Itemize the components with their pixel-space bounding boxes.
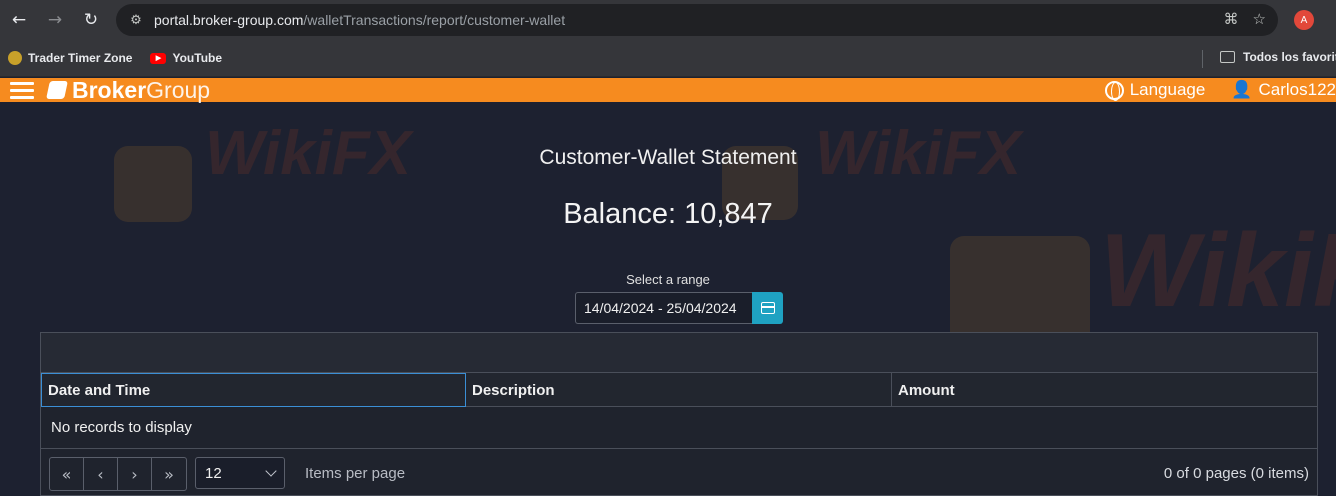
language-menu[interactable]: Language: [1104, 80, 1205, 101]
globe-icon: [1104, 80, 1124, 101]
trader-timer-zone-icon: [8, 51, 22, 65]
translate-icon[interactable]: ⌘: [1224, 10, 1239, 28]
user-icon: 👤: [1231, 80, 1253, 100]
bookmarks-folder[interactable]: Todos los favoritos: [1220, 50, 1336, 64]
grid-pager: « ‹ › » 12 Items per page 0 of 0 pages (…: [41, 449, 1317, 495]
url-text[interactable]: portal.broker-group.com/walletTransactio…: [154, 12, 565, 28]
address-bar[interactable]: ⚙ portal.broker-group.com/walletTransact…: [116, 4, 1278, 36]
balance-value: Balance: 10,847: [563, 198, 773, 230]
bookmark-star-icon[interactable]: ☆: [1253, 10, 1266, 28]
reload-icon[interactable]: ↻: [78, 7, 104, 33]
prev-page-button[interactable]: ‹: [84, 458, 118, 490]
forward-arrow-icon[interactable]: →: [42, 7, 68, 33]
next-page-button[interactable]: ›: [118, 458, 152, 490]
brand-logo[interactable]: Broker Group: [46, 77, 210, 104]
page-size-select[interactable]: 12: [195, 457, 285, 489]
site-info-icon[interactable]: ⚙: [124, 13, 148, 28]
calendar-button[interactable]: [752, 292, 783, 324]
app-header: Broker Group Language 👤 Carlos122: [0, 77, 1336, 104]
folder-icon: [1220, 51, 1235, 63]
logo-mark-icon: [46, 81, 68, 99]
last-page-button[interactable]: »: [152, 458, 186, 490]
grid-toolbar: [41, 333, 1317, 373]
profile-avatar[interactable]: A: [1294, 10, 1314, 30]
column-header-date-time[interactable]: Date and Time: [41, 373, 466, 407]
transactions-grid: Date and Time Description Amount No reco…: [40, 332, 1318, 496]
youtube-icon: ▶: [150, 52, 167, 64]
bookmarks-bar: Trader Timer Zone ▶ YouTube Todos los fa…: [0, 40, 1336, 77]
items-per-page-label: Items per page: [305, 465, 406, 482]
bookmarks-separator: [1202, 50, 1203, 68]
bookmark-trader-timer-zone[interactable]: Trader Timer Zone: [8, 51, 132, 65]
column-header-description[interactable]: Description: [466, 373, 892, 407]
date-range-input[interactable]: 14/04/2024 - 25/04/2024: [575, 292, 752, 324]
grid-header-row: Date and Time Description Amount: [41, 373, 1317, 407]
user-menu[interactable]: 👤 Carlos122: [1231, 80, 1336, 100]
bookmark-youtube[interactable]: ▶ YouTube: [150, 51, 222, 65]
range-label: Select a range: [626, 272, 710, 287]
menu-icon[interactable]: [10, 81, 34, 99]
pager-info: 0 of 0 pages (0 items): [1163, 465, 1309, 482]
back-arrow-icon[interactable]: ←: [6, 7, 32, 33]
empty-message: No records to display: [41, 407, 1317, 449]
page-title: Customer-Wallet Statement: [539, 146, 797, 169]
calendar-icon: [760, 302, 775, 314]
date-range-picker: 14/04/2024 - 25/04/2024: [575, 292, 783, 324]
browser-toolbar: ← → ↻ ⚙ portal.broker-group.com/walletTr…: [0, 0, 1336, 40]
column-header-amount[interactable]: Amount: [892, 373, 1317, 407]
first-page-button[interactable]: «: [50, 458, 84, 490]
chevron-down-icon: [265, 465, 277, 477]
